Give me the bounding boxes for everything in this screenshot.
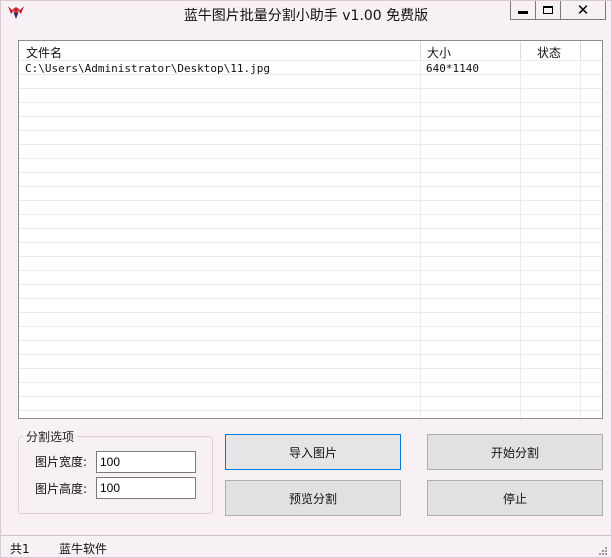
grid-line	[580, 41, 581, 418]
grid-line	[19, 88, 602, 89]
grid-line	[19, 158, 602, 159]
grid-line	[19, 312, 602, 313]
import-images-button[interactable]: 导入图片	[225, 434, 401, 470]
minimize-icon	[518, 11, 528, 14]
resize-grip-icon[interactable]	[597, 545, 607, 555]
preview-split-button[interactable]: 预览分割	[225, 480, 401, 516]
file-path-cell[interactable]: C:\Users\Administrator\Desktop\11.jpg	[25, 62, 270, 75]
maximize-button[interactable]	[535, 1, 561, 20]
image-height-input[interactable]	[96, 477, 196, 499]
grid-line	[19, 368, 602, 369]
grid-line	[19, 116, 602, 117]
grid-line	[19, 270, 602, 271]
grid-line	[19, 410, 602, 411]
grid-line	[19, 186, 602, 187]
grid-line	[19, 256, 602, 257]
file-list[interactable]: 文件名 大小 状态 C:\Users\Administrator\Desktop…	[18, 40, 603, 419]
grid-line	[19, 396, 602, 397]
status-bar: 共1 蓝牛软件	[1, 535, 611, 557]
column-header-filename[interactable]: 文件名	[19, 42, 420, 60]
grid-line	[19, 172, 602, 173]
brand-text: 蓝牛软件	[59, 542, 108, 556]
image-width-label: 图片宽度:	[35, 455, 88, 469]
grid-line	[19, 200, 602, 201]
grid-line	[19, 298, 602, 299]
stop-button[interactable]: 停止	[427, 480, 603, 516]
column-header-size[interactable]: 大小	[420, 42, 520, 60]
maximize-icon	[543, 6, 553, 14]
split-options-label: 分割选项	[23, 428, 78, 445]
header-divider[interactable]	[520, 43, 521, 59]
grid-line	[19, 382, 602, 383]
grid-line	[19, 144, 602, 145]
grid-line	[19, 242, 602, 243]
grid-line	[520, 41, 521, 418]
close-button[interactable]: ✕	[560, 1, 606, 20]
grid-line	[19, 340, 602, 341]
header-divider[interactable]	[580, 43, 581, 59]
grid-line	[420, 41, 421, 418]
title-bar[interactable]: 蓝牛图片批量分割小助手 v1.00 免费版 ✕	[1, 1, 611, 27]
grid-line	[19, 354, 602, 355]
grid-line	[19, 130, 602, 131]
minimize-button[interactable]	[510, 1, 536, 20]
image-height-label: 图片高度:	[35, 482, 88, 496]
file-count-text: 共1	[10, 542, 30, 556]
grid-line	[19, 326, 602, 327]
split-options-group	[18, 436, 213, 514]
main-window: 蓝牛图片批量分割小助手 v1.00 免费版 ✕ 文件名 大小 状态 C:\Use…	[0, 0, 612, 558]
file-size-cell[interactable]: 640*1140	[426, 62, 479, 75]
close-icon: ✕	[576, 0, 590, 19]
grid-line	[19, 228, 602, 229]
start-split-button[interactable]: 开始分割	[427, 434, 603, 470]
grid-line	[19, 102, 602, 103]
column-header-status[interactable]: 状态	[530, 42, 580, 60]
image-width-input[interactable]	[96, 451, 196, 473]
grid-line	[19, 214, 602, 215]
grid-line	[19, 284, 602, 285]
grid-line	[19, 60, 602, 61]
